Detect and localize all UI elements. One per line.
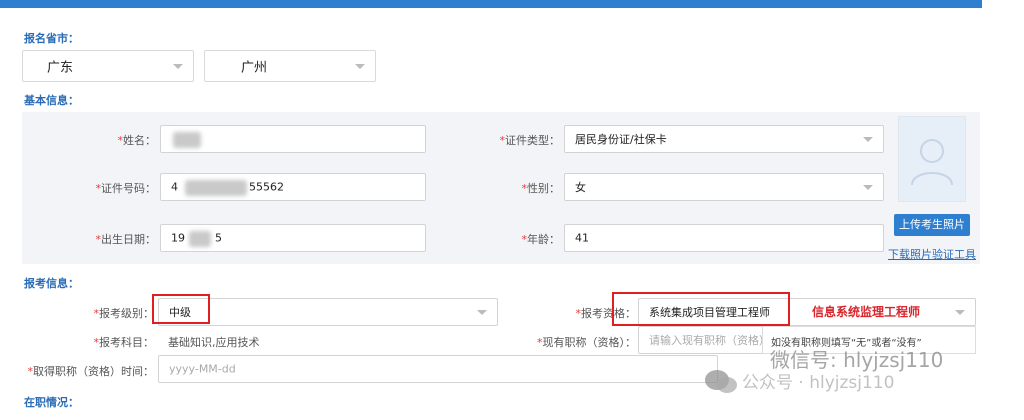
city-select-value: 广州	[241, 60, 268, 76]
province-select-value: 广东	[47, 60, 74, 76]
birth-date-label: *出生日期：	[95, 233, 157, 246]
gender-select[interactable]: 女	[564, 173, 884, 201]
current-title-placeholder: 请输入现有职称（资格）	[649, 334, 770, 347]
age-field[interactable]: 41	[564, 224, 884, 252]
title-date-placeholder: yyyy-MM-dd	[169, 362, 236, 376]
highlight-box-qualification	[612, 292, 790, 326]
exam-level-label: *报考级别：	[93, 307, 155, 320]
section-title-exam-info: 报考信息：	[24, 277, 79, 290]
redacted-mask	[189, 231, 211, 247]
title-date-field[interactable]: yyyy-MM-dd	[158, 355, 718, 383]
id-type-label: *证件类型：	[499, 134, 561, 147]
watermark-official-account: 公众号 · hlyjzsj110	[742, 373, 895, 393]
birth-date-suffix: 5	[215, 231, 222, 245]
highlight-box-level	[152, 294, 210, 324]
chevron-down-icon	[863, 185, 873, 190]
chevron-down-icon	[355, 64, 365, 69]
photo-placeholder	[898, 116, 966, 202]
exam-subjects-value: 基础知识,应用技术	[168, 336, 260, 349]
birth-date-field[interactable]: 19 5	[160, 224, 426, 252]
id-number-label: *证件号码：	[95, 182, 157, 195]
section-title-province-city: 报名省市：	[24, 32, 79, 45]
section-title-basic-info: 基本信息：	[24, 94, 79, 107]
city-select[interactable]: 广州	[204, 50, 376, 82]
province-select[interactable]: 广东	[22, 50, 194, 82]
id-number-suffix: 55562	[249, 180, 284, 194]
age-label: *年龄：	[521, 233, 561, 246]
avatar-icon	[911, 139, 953, 186]
chevron-down-icon	[955, 310, 965, 315]
redacted-mask	[185, 180, 247, 196]
chevron-down-icon	[173, 64, 183, 69]
id-type-value: 居民身份证/社保卡	[575, 133, 667, 146]
current-title-label: *现有职称（资格）：	[537, 336, 636, 349]
id-type-select[interactable]: 居民身份证/社保卡	[564, 125, 884, 153]
section-title-employment: 在职情况：	[24, 396, 79, 409]
annotation-note: 信息系统监理工程师	[812, 305, 921, 319]
top-accent-bar	[0, 0, 982, 8]
age-value: 41	[575, 231, 589, 245]
upload-photo-button[interactable]: 上传考生照片	[894, 214, 970, 236]
chevron-down-icon	[477, 310, 487, 315]
redacted-mask	[173, 132, 201, 148]
wechat-logo-icon	[705, 370, 737, 393]
current-title-field[interactable]: 请输入现有职称（资格）	[638, 326, 770, 354]
chevron-down-icon	[863, 137, 873, 142]
birth-date-prefix: 19	[171, 231, 185, 245]
gender-label: *性别：	[521, 182, 561, 195]
exam-subjects-label: *报考科目：	[93, 336, 155, 349]
name-label: *姓名：	[117, 134, 157, 147]
name-field[interactable]	[160, 125, 426, 153]
id-number-field[interactable]: 4 55562	[160, 173, 426, 201]
gender-value: 女	[575, 181, 586, 194]
download-verify-tool-link[interactable]: 下载照片验证工具	[888, 246, 976, 262]
title-date-label: *取得职称（资格）时间：	[27, 365, 155, 378]
id-number-prefix: 4	[171, 180, 178, 194]
